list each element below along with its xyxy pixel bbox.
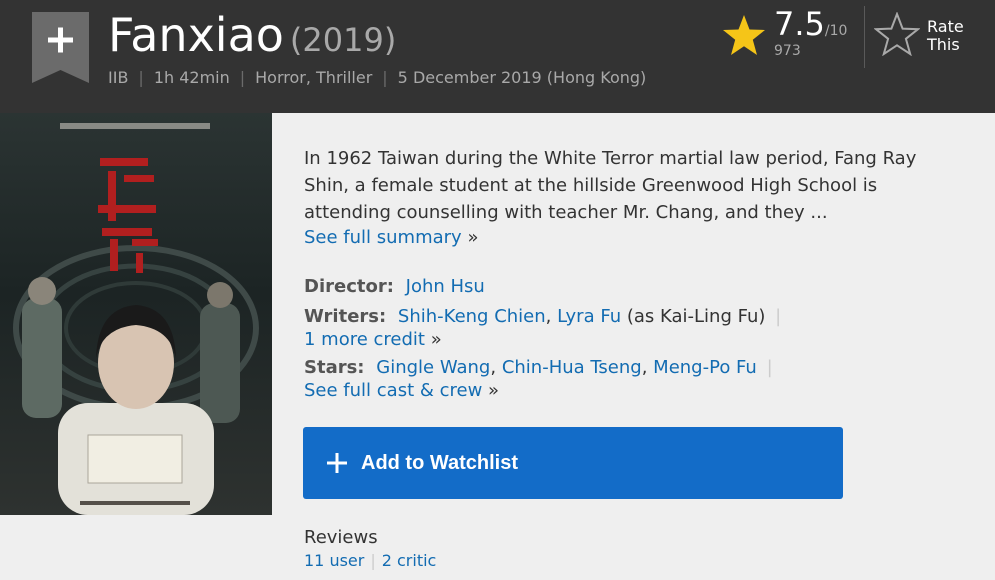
separator: | [370, 551, 376, 570]
user-reviews-link[interactable]: 11 user [304, 551, 364, 570]
plus-ribbon-icon [32, 12, 89, 83]
rating-max: /10 [824, 23, 848, 39]
movie-subtext: IIB | 1h 42min | Horror, Thriller | 5 December… [108, 68, 646, 88]
separator: | [775, 306, 782, 327]
stars-credit: Stars: Gingle Wang, Chin-Hua Tseng, Meng… [304, 356, 964, 402]
critic-reviews-link[interactable]: 2 critic [382, 551, 437, 570]
release-date-link[interactable]: 5 December 2019 (Hong Kong) [398, 68, 647, 87]
rating-count[interactable]: 973 [774, 42, 801, 60]
separator: | [138, 68, 144, 87]
plot-summary: In 1962 Taiwan during the White Terror m… [304, 148, 917, 223]
star-link[interactable]: Meng-Po Fu [653, 357, 757, 378]
add-to-watchlist-label: Add to Watchlist [361, 452, 519, 474]
raquo-icon: » [430, 329, 442, 350]
comma: , [545, 306, 552, 327]
rate-this-label: Rate This [927, 18, 987, 54]
star-link[interactable]: Gingle Wang [376, 357, 490, 378]
rate-this-button[interactable]: Rate This [874, 12, 994, 62]
comma: , [490, 357, 497, 378]
certificate: IIB [108, 68, 129, 87]
stars-label: Stars: [304, 357, 365, 378]
movie-title: Fanxiao (2019) [108, 4, 396, 71]
raquo-icon: » [467, 227, 479, 248]
see-full-summary-link[interactable]: See full summary [304, 227, 462, 248]
movie-year[interactable]: (2019) [290, 21, 396, 59]
add-to-watchlist-button[interactable]: Add to Watchlist [303, 427, 843, 499]
poster-image [0, 113, 272, 515]
rating-score: 7.5 [774, 5, 825, 43]
movie-title-text: Fanxiao [108, 8, 284, 62]
see-full-summary-line: See full summary » [304, 226, 478, 250]
reviews-heading: Reviews [304, 527, 378, 548]
more-credit-link[interactable]: 1 more credit [304, 329, 425, 350]
comma: , [641, 357, 648, 378]
genres-link[interactable]: Horror, Thriller [255, 68, 372, 87]
separator: | [766, 357, 773, 378]
full-cast-link[interactable]: See full cast & crew [304, 380, 482, 401]
runtime: 1h 42min [153, 68, 230, 87]
star-link[interactable]: Chin-Hua Tseng [502, 357, 642, 378]
raquo-icon: » [488, 380, 500, 401]
movie-poster[interactable] [0, 113, 272, 515]
writer-link[interactable]: Shih-Keng Chien [398, 306, 546, 327]
rate-label-line1: Rate [927, 17, 964, 36]
director-credit: Director: John Hsu [304, 275, 964, 298]
star-outline-icon [874, 12, 920, 56]
plus-icon [327, 453, 347, 473]
title-header: Fanxiao (2019) IIB | 1h 42min | Horror, Thril… [0, 0, 995, 113]
director-link[interactable]: John Hsu [406, 276, 485, 297]
add-to-watchlist-ribbon[interactable] [32, 12, 89, 83]
writer-link[interactable]: Lyra Fu [557, 306, 621, 327]
writers-credit: Writers: Shih-Keng Chien, Lyra Fu (as Ka… [304, 305, 964, 351]
writers-label: Writers: [304, 306, 387, 327]
star-icon [723, 15, 765, 55]
separator: | [382, 68, 388, 87]
rate-label-line2: This [927, 35, 960, 54]
separator: | [239, 68, 246, 87]
director-label: Director: [304, 276, 394, 297]
writer-note: (as Kai-Ling Fu) [626, 306, 766, 327]
reviews-links: 11 user | 2 critic [304, 551, 436, 571]
rating-divider [864, 6, 865, 68]
